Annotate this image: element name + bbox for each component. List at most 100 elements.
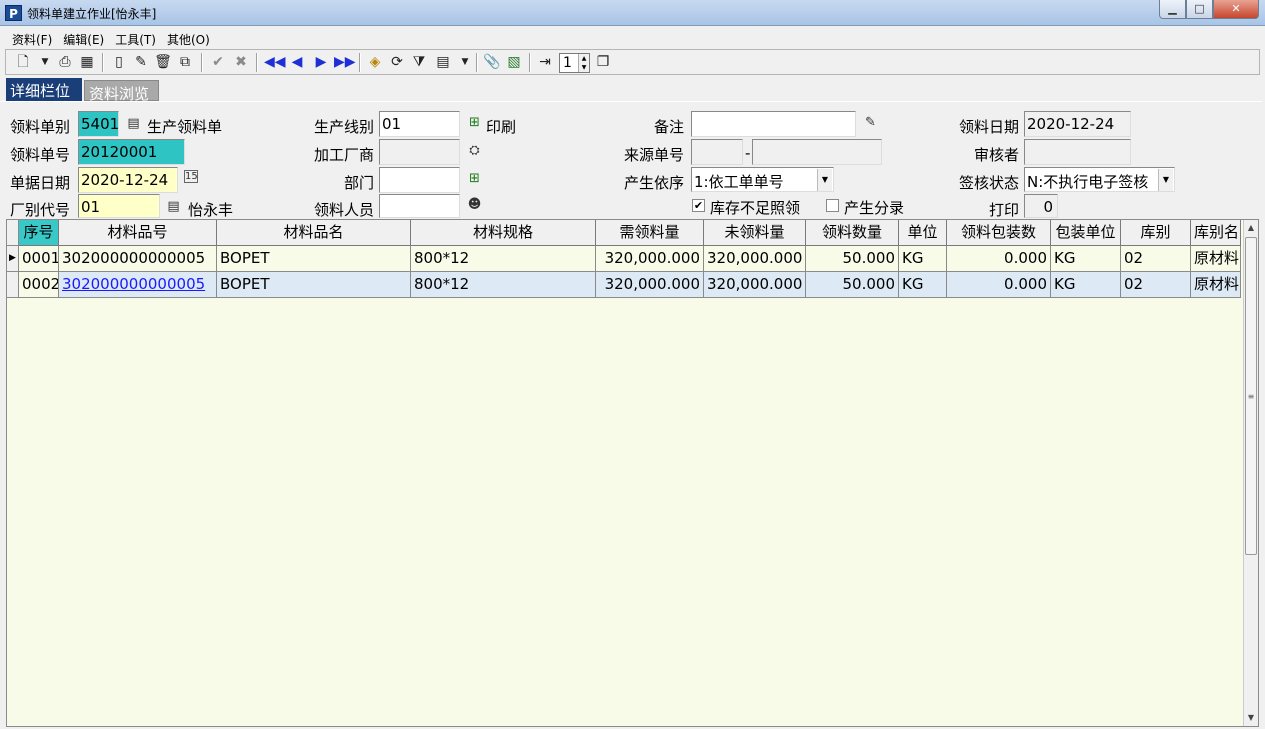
cell-pack-qty[interactable]: 0.000: [947, 246, 1051, 272]
picker-field[interactable]: [379, 194, 460, 218]
cell-item-name[interactable]: BOPET: [217, 272, 411, 298]
type-lookup-icon[interactable]: ▤: [125, 115, 142, 132]
report-dropdown-icon[interactable]: ▼: [456, 54, 474, 71]
no-field[interactable]: 20120001: [78, 139, 185, 165]
vertical-scrollbar[interactable]: ▲ ≡ ▼: [1243, 220, 1258, 726]
basis-select[interactable]: 1:依工单单号 ▼: [691, 167, 834, 192]
sign-icon[interactable]: ▧: [505, 54, 523, 71]
remark-edit-icon[interactable]: ✎: [862, 114, 879, 131]
new-icon[interactable]: ▯: [110, 54, 128, 71]
cell-seq[interactable]: 0002: [19, 272, 59, 298]
cell-spec[interactable]: 800*12: [411, 246, 596, 272]
type-code-field[interactable]: 5401: [78, 111, 119, 137]
remark-field[interactable]: [691, 111, 856, 137]
tab-detail[interactable]: 详细栏位: [6, 78, 82, 101]
dept-lookup-icon[interactable]: ⊞: [466, 170, 483, 187]
maximize-button[interactable]: □: [1186, 0, 1213, 19]
last-record-icon[interactable]: ▶▶: [334, 54, 356, 71]
source-no-field[interactable]: [752, 139, 882, 165]
scroll-up-icon[interactable]: ▲: [1244, 220, 1258, 236]
col-header-spec[interactable]: 材料规格: [411, 220, 596, 246]
chevron-down-icon[interactable]: ▼: [817, 169, 832, 191]
copy-icon[interactable]: ⧉: [176, 54, 194, 71]
edit-icon[interactable]: ✎: [132, 54, 150, 71]
preview-dropdown-icon[interactable]: ▼: [36, 54, 54, 71]
cell-warehouse[interactable]: 02: [1121, 246, 1191, 272]
col-header-warehouse-name[interactable]: 库别名: [1191, 220, 1241, 246]
col-header-item-name[interactable]: 材料品名: [217, 220, 411, 246]
first-record-icon[interactable]: ◀◀: [264, 54, 286, 71]
col-header-seq[interactable]: 序号: [19, 220, 59, 246]
filter-icon[interactable]: ⧩: [410, 54, 428, 71]
delete-icon[interactable]: 🗑: [154, 54, 172, 71]
menu-edit[interactable]: 编辑(E): [59, 27, 111, 48]
cell-pick-qty[interactable]: 50.000: [806, 246, 899, 272]
stepper-arrows-icon[interactable]: ▲ ▼: [578, 54, 589, 72]
minimize-button[interactable]: ▁: [1159, 0, 1186, 19]
processor-field[interactable]: [379, 139, 460, 165]
line-field[interactable]: 01: [379, 111, 460, 137]
cell-required-qty[interactable]: 320,000.000: [596, 246, 704, 272]
source-type-field[interactable]: [691, 139, 743, 165]
cell-remaining-qty[interactable]: 320,000.000: [704, 272, 806, 298]
pick-date-field[interactable]: 2020-12-24: [1024, 111, 1131, 137]
cell-pack-qty[interactable]: 0.000: [947, 272, 1051, 298]
scroll-thumb[interactable]: ≡: [1245, 237, 1257, 555]
query-icon[interactable]: ◈: [366, 54, 384, 71]
exit-icon[interactable]: ⇥: [536, 54, 554, 71]
person-lookup-icon[interactable]: ☻: [466, 196, 483, 213]
col-header-pack-unit[interactable]: 包装单位: [1051, 220, 1121, 246]
cell-seq[interactable]: 0001: [19, 246, 59, 272]
cell-remaining-qty[interactable]: 320,000.000: [704, 246, 806, 272]
window-list-icon[interactable]: ❐: [594, 54, 612, 71]
stock-checkbox[interactable]: ✔: [692, 199, 705, 212]
cell-item-no-link[interactable]: 302000000000005: [59, 272, 217, 298]
print-icon[interactable]: ⎙: [56, 54, 74, 71]
entry-checkbox[interactable]: [826, 199, 839, 212]
col-header-remaining-qty[interactable]: 未领料量: [704, 220, 806, 246]
sign-select[interactable]: N:不执行电子签核 ▼: [1024, 167, 1175, 192]
menu-other[interactable]: 其他(O): [163, 27, 217, 48]
auditor-field[interactable]: [1024, 139, 1131, 165]
detail-grid[interactable]: 序号 材料品号 材料品名 材料规格 需领料量 未领料量 领料数量 单位 领料包装…: [6, 219, 1259, 727]
cell-spec[interactable]: 800*12: [411, 272, 596, 298]
close-button[interactable]: ✕: [1213, 0, 1259, 19]
report-icon[interactable]: ▤: [434, 54, 452, 71]
confirm-icon[interactable]: ✔: [209, 54, 227, 71]
processor-lookup-icon[interactable]: ⛭: [466, 142, 483, 159]
cell-pack-unit[interactable]: KG: [1051, 272, 1121, 298]
cell-warehouse-name[interactable]: 原材料: [1191, 272, 1241, 298]
table-row[interactable]: ▶ 0001 302000000000005 BOPET 800*12 320,…: [7, 246, 1241, 272]
col-header-unit[interactable]: 单位: [899, 220, 947, 246]
cell-warehouse-name[interactable]: 原材料: [1191, 246, 1241, 272]
dept-field[interactable]: [379, 167, 460, 193]
attach-icon[interactable]: 📎: [483, 54, 501, 71]
prev-record-icon[interactable]: ◀: [288, 54, 306, 71]
table-row[interactable]: 0002 302000000000005 BOPET 800*12 320,00…: [7, 272, 1241, 298]
cancel-icon[interactable]: ✖: [232, 54, 250, 71]
next-record-icon[interactable]: ▶: [312, 54, 330, 71]
refresh-icon[interactable]: ⟳: [388, 54, 406, 71]
tab-browse[interactable]: 资料浏览: [84, 80, 159, 103]
col-header-pack-qty[interactable]: 领料包装数: [947, 220, 1051, 246]
cell-item-name[interactable]: BOPET: [217, 246, 411, 272]
doc-date-field[interactable]: 2020-12-24: [78, 167, 178, 193]
preview-icon[interactable]: 🗋: [14, 54, 32, 71]
scroll-down-icon[interactable]: ▼: [1244, 710, 1258, 726]
line-lookup-icon[interactable]: ⊞: [466, 114, 483, 131]
export-icon[interactable]: ▦: [78, 54, 96, 71]
calendar-icon[interactable]: 15: [184, 170, 198, 183]
cell-pick-qty[interactable]: 50.000: [806, 272, 899, 298]
col-header-item-no[interactable]: 材料品号: [59, 220, 217, 246]
cell-unit[interactable]: KG: [899, 246, 947, 272]
factory-code-field[interactable]: 01: [78, 194, 160, 218]
menu-data[interactable]: 资料(F): [8, 27, 59, 48]
cell-unit[interactable]: KG: [899, 272, 947, 298]
menu-tools[interactable]: 工具(T): [111, 27, 163, 48]
cell-pack-unit[interactable]: KG: [1051, 246, 1121, 272]
col-header-warehouse[interactable]: 库别: [1121, 220, 1191, 246]
col-header-required-qty[interactable]: 需领料量: [596, 220, 704, 246]
factory-lookup-icon[interactable]: ▤: [165, 198, 182, 215]
chevron-down-icon[interactable]: ▼: [1158, 169, 1173, 191]
cell-required-qty[interactable]: 320,000.000: [596, 272, 704, 298]
